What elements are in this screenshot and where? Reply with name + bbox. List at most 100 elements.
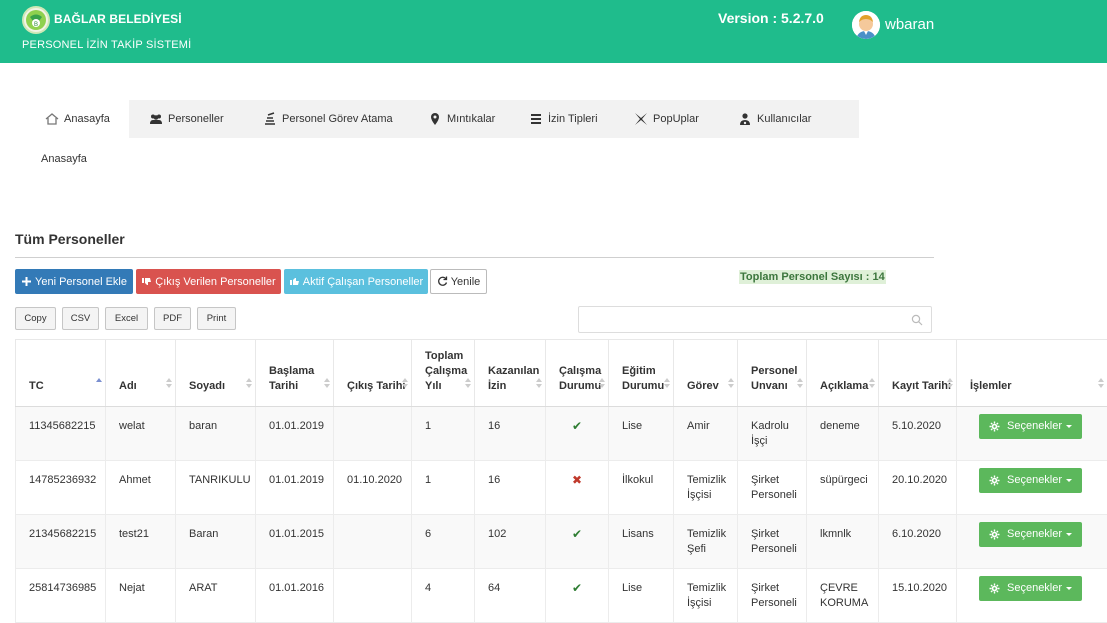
button-label: Yenile (451, 276, 481, 288)
tab-label: İzin Tipleri (548, 113, 598, 125)
main-tabs: Anasayfa Personeller Personel Görev Atam… (26, 100, 859, 138)
column-header-adi[interactable]: Adı (106, 340, 176, 407)
baslama-tarihi-cell: 01.01.2019 (256, 407, 334, 461)
kazanilan-izin-cell: 64 (475, 569, 546, 623)
excel-button[interactable]: Excel (105, 307, 148, 330)
personel-unvani-cell: Kadrolu İşçi (738, 407, 807, 461)
gear-icon (989, 529, 1000, 540)
personel-unvani-cell: Şirket Personeli (738, 461, 807, 515)
islemler-cell: Seçenekler (957, 461, 1107, 515)
table-row[interactable]: 11345682215welatbaran01.01.2019116✔LiseA… (16, 407, 1107, 461)
options-dropdown-button[interactable]: Seçenekler (979, 522, 1082, 547)
tab-label: Personel Görev Atama (282, 113, 393, 125)
column-header-tc[interactable]: TC (16, 340, 106, 407)
options-dropdown-button[interactable]: Seçenekler (979, 576, 1082, 601)
column-header-gorev[interactable]: Görev (674, 340, 738, 407)
options-dropdown-button[interactable]: Seçenekler (979, 468, 1082, 493)
calisma-durumu-cell: ✔ (546, 569, 609, 623)
button-label: Yeni Personel Ekle (35, 276, 127, 288)
tab-mintikalar[interactable]: Mıntıkalar (408, 100, 510, 138)
toplam-calisma-yili-cell: 1 (412, 461, 475, 515)
islemler-cell: Seçenekler (957, 515, 1107, 569)
csv-button[interactable]: CSV (62, 307, 99, 330)
islemler-cell: Seçenekler (957, 569, 1107, 623)
aciklama-cell: ÇEVRE KORUMA (807, 569, 879, 623)
table-row[interactable]: 25814736985NejatARAT01.01.2016464✔LiseTe… (16, 569, 1107, 623)
adi-cell: Nejat (106, 569, 176, 623)
egitim-durumu-cell: Lise (609, 407, 674, 461)
tab-label: PopUplar (653, 113, 699, 125)
sort-icon (869, 378, 875, 390)
tab-personel-gorev-atama[interactable]: Personel Görev Atama (243, 100, 408, 138)
copy-button[interactable]: Copy (15, 307, 56, 330)
gorev-cell: Temizlik İşçisi (674, 461, 738, 515)
table-row[interactable]: 14785236932AhmetTANRIKULU01.01.201901.10… (16, 461, 1107, 515)
tab-kullanicilar[interactable]: Kullanıcılar (720, 100, 825, 138)
cikis-tarihi-cell (334, 407, 412, 461)
tab-personeller[interactable]: Personeller (129, 100, 243, 138)
tab-izin-tipleri[interactable]: İzin Tipleri (510, 100, 616, 138)
check-icon: ✔ (572, 419, 582, 433)
column-header-personel-unvani[interactable]: Personel Unvanı (738, 340, 807, 407)
refresh-button[interactable]: Yenile (430, 269, 487, 294)
column-header-toplam-calisma-yili[interactable]: Toplam Çalışma Yılı (412, 340, 475, 407)
pdf-button[interactable]: PDF (154, 307, 191, 330)
divider (15, 257, 934, 258)
sort-icon (1098, 378, 1104, 390)
baslama-tarihi-cell: 01.01.2015 (256, 515, 334, 569)
toplam-calisma-yili-cell: 4 (412, 569, 475, 623)
table-row[interactable]: 21345682215test21Baran01.01.20156102✔Lis… (16, 515, 1107, 569)
button-label: Seçenekler (1007, 527, 1062, 542)
column-header-kazanilan-izin[interactable]: Kazanılan İzin (475, 340, 546, 407)
egitim-durumu-cell: İlkokul (609, 461, 674, 515)
column-header-egitim-durumu[interactable]: Eğitim Durumu (609, 340, 674, 407)
tc-cell: 11345682215 (16, 407, 106, 461)
sort-icon (402, 378, 408, 390)
egitim-durumu-cell: Lise (609, 569, 674, 623)
options-dropdown-button[interactable]: Seçenekler (979, 414, 1082, 439)
caret-down-icon (1066, 587, 1072, 590)
gorev-cell: Amir (674, 407, 738, 461)
top-header: B BAĞLAR BELEDİYESİ PERSONEL İZİN TAKİP … (0, 0, 1107, 63)
username[interactable]: wbaran (885, 16, 934, 33)
cross-icon: ✖ (572, 473, 582, 487)
personel-unvani-cell: Şirket Personeli (738, 569, 807, 623)
tab-anasayfa[interactable]: Anasayfa (26, 100, 129, 138)
total-count-badge: Toplam Personel Sayısı : 14 (739, 270, 886, 284)
tc-cell: 14785236932 (16, 461, 106, 515)
column-header-baslama-tarihi[interactable]: Başlama Tarihi (256, 340, 334, 407)
active-personnel-button[interactable]: Aktif Çalışan Personeller (284, 269, 428, 294)
tc-cell: 21345682215 (16, 515, 106, 569)
kayit-tarihi-cell: 6.10.2020 (879, 515, 957, 569)
column-header-cikis-tarihi[interactable]: Çıkış Tarihi (334, 340, 412, 407)
soyadi-cell: baran (176, 407, 256, 461)
column-header-islemler[interactable]: İşlemler (957, 340, 1107, 407)
avatar[interactable] (852, 11, 880, 39)
exited-personnel-button[interactable]: Çıkış Verilen Personeller (136, 269, 281, 294)
gorev-cell: Temizlik İşçisi (674, 569, 738, 623)
toplam-calisma-yili-cell: 6 (412, 515, 475, 569)
kayit-tarihi-cell: 20.10.2020 (879, 461, 957, 515)
search-icon (911, 314, 923, 326)
gorev-cell: Temizlik Şefi (674, 515, 738, 569)
search-input[interactable] (578, 306, 932, 333)
check-icon: ✔ (572, 527, 582, 541)
egitim-durumu-cell: Lisans (609, 515, 674, 569)
sort-icon (599, 378, 605, 390)
user-gear-icon (738, 112, 752, 126)
column-header-calisma-durumu[interactable]: Çalışma Durumu (546, 340, 609, 407)
tab-label: Mıntıkalar (447, 113, 495, 125)
kayit-tarihi-cell: 5.10.2020 (879, 407, 957, 461)
sort-icon (246, 378, 252, 390)
print-button[interactable]: Print (197, 307, 236, 330)
system-name: PERSONEL İZİN TAKİP SİSTEMİ (22, 39, 191, 51)
kayit-tarihi-cell: 15.10.2020 (879, 569, 957, 623)
new-personnel-button[interactable]: Yeni Personel Ekle (15, 269, 133, 294)
toplam-calisma-yili-cell: 1 (412, 407, 475, 461)
gear-icon (989, 475, 1000, 486)
adi-cell: welat (106, 407, 176, 461)
column-header-aciklama[interactable]: Açıklama (807, 340, 879, 407)
tab-popuplar[interactable]: PopUplar (616, 100, 720, 138)
column-header-soyadi[interactable]: Soyadı (176, 340, 256, 407)
column-header-kayit-tarihi[interactable]: Kayıt Tarihi (879, 340, 957, 407)
